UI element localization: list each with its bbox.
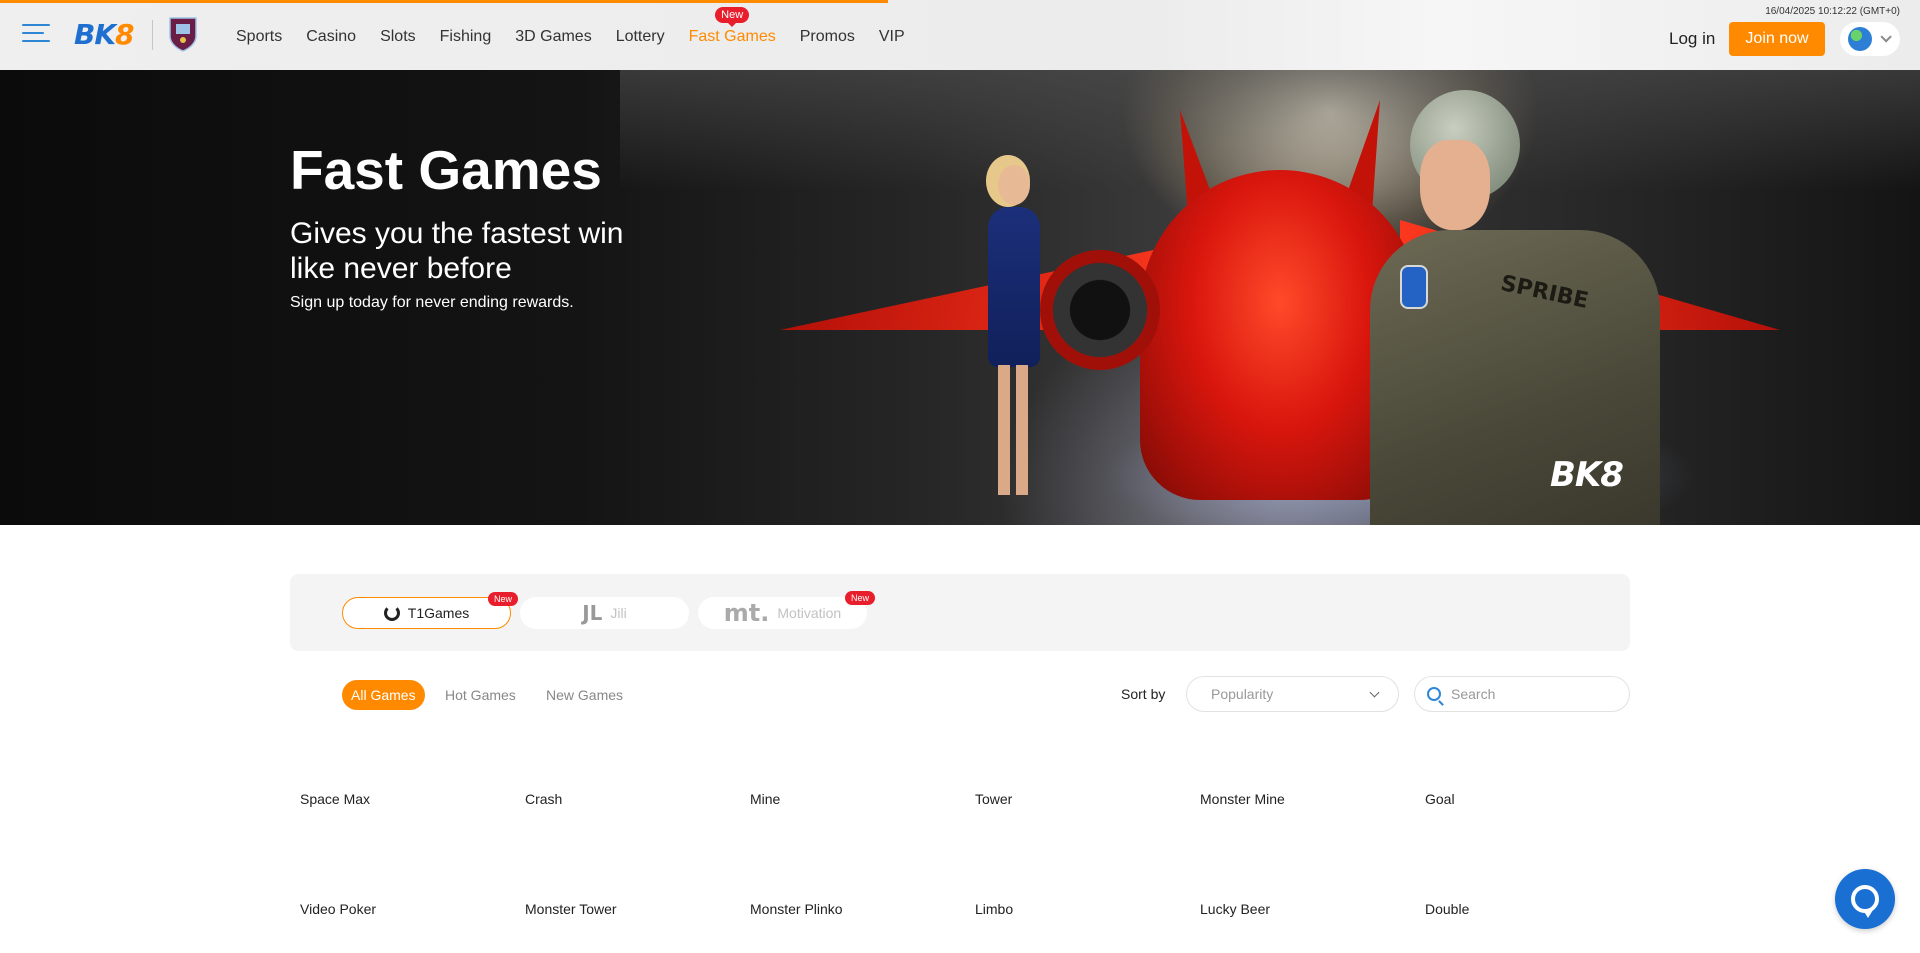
- hero-subtitle: Gives you the fastest win like never bef…: [290, 217, 624, 285]
- sort-by-label: Sort by: [1121, 686, 1166, 702]
- nav-fishing[interactable]: Fishing: [440, 28, 492, 46]
- live-chat-button[interactable]: [1835, 869, 1895, 929]
- hamburger-icon[interactable]: [22, 22, 50, 44]
- jet-engine: [1040, 250, 1160, 370]
- provider-t1games[interactable]: T1Games New: [342, 592, 518, 629]
- main-nav: Sports Casino Slots Fishing 3D Games Lot…: [236, 0, 929, 70]
- game-tile[interactable]: Crash: [525, 791, 562, 807]
- game-tile[interactable]: Space Max: [300, 791, 370, 807]
- nav-casino[interactable]: Casino: [306, 28, 356, 46]
- nav-3d-games[interactable]: 3D Games: [515, 28, 591, 46]
- nav-fast-games[interactable]: New Fast Games: [689, 7, 776, 46]
- nav-promos[interactable]: Promos: [800, 28, 855, 46]
- game-tile[interactable]: Mine: [750, 791, 780, 807]
- nav-slots[interactable]: Slots: [380, 28, 416, 46]
- motivation-logo-icon: mt.: [723, 599, 770, 627]
- search-box[interactable]: [1414, 676, 1630, 712]
- sort-dropdown[interactable]: Popularity: [1186, 676, 1399, 712]
- top-header: BK8 Sports Casino Slots Fishing 3D Games…: [0, 0, 1920, 70]
- login-link[interactable]: Log in: [1669, 29, 1715, 49]
- game-tile[interactable]: Monster Plinko: [750, 901, 843, 917]
- new-badge: New: [487, 592, 518, 606]
- nav-vip[interactable]: VIP: [879, 28, 905, 46]
- brand-logo[interactable]: BK8: [74, 16, 135, 52]
- globe-icon: [1848, 27, 1872, 51]
- game-tile[interactable]: Double: [1425, 901, 1469, 917]
- language-selector[interactable]: [1840, 22, 1900, 56]
- hostess-figure: [984, 165, 1044, 495]
- nav-sports[interactable]: Sports: [236, 28, 282, 46]
- server-datetime: 16/04/2025 10:12:22 (GMT+0): [1765, 6, 1900, 17]
- provider-jili[interactable]: JL Jili: [520, 597, 689, 629]
- search-icon: [1427, 687, 1441, 701]
- game-tile[interactable]: Lucky Beer: [1200, 901, 1270, 917]
- chevron-down-icon: [1880, 31, 1892, 43]
- nav-lottery[interactable]: Lottery: [616, 28, 665, 46]
- hero-title: Fast Games: [290, 139, 602, 201]
- game-tile[interactable]: Video Poker: [300, 901, 376, 917]
- game-tile[interactable]: Monster Mine: [1200, 791, 1285, 807]
- tab-hot-games[interactable]: Hot Games: [445, 680, 516, 710]
- club-crest-icon[interactable]: [168, 16, 198, 52]
- sort-selected-value: Popularity: [1211, 686, 1274, 702]
- new-badge: New: [715, 7, 750, 27]
- chevron-down-icon: [1369, 687, 1380, 698]
- jili-logo-icon: JL: [582, 601, 603, 625]
- hero-banner[interactable]: SPRIBE Fast Games Gives you the fastest …: [0, 70, 1920, 525]
- brand-logo-text: BK8: [74, 17, 135, 51]
- tab-new-games[interactable]: New Games: [546, 680, 623, 710]
- join-now-button[interactable]: Join now: [1729, 22, 1825, 56]
- game-tile[interactable]: Tower: [975, 791, 1012, 807]
- new-badge: New: [844, 591, 875, 605]
- t1games-logo-icon: [383, 605, 400, 621]
- chat-bubble-icon: [1851, 885, 1879, 918]
- hero-tagline: Sign up today for never ending rewards.: [290, 294, 574, 311]
- header-divider: [152, 20, 153, 50]
- hero-brand-logo: BK8: [1550, 455, 1624, 495]
- game-tile[interactable]: Monster Tower: [525, 901, 617, 917]
- tab-all-games[interactable]: All Games: [342, 680, 425, 710]
- game-tile[interactable]: Goal: [1425, 791, 1455, 807]
- hero-text-block: Fast Games Gives you the fastest win lik…: [290, 138, 624, 312]
- game-tile[interactable]: Limbo: [975, 901, 1013, 917]
- provider-tabs: T1Games New JL Jili mt. Motivation New: [290, 574, 1630, 651]
- bk8-patch-icon: [1400, 265, 1428, 309]
- search-input[interactable]: [1451, 686, 1611, 702]
- provider-motivation[interactable]: mt. Motivation New: [698, 591, 875, 629]
